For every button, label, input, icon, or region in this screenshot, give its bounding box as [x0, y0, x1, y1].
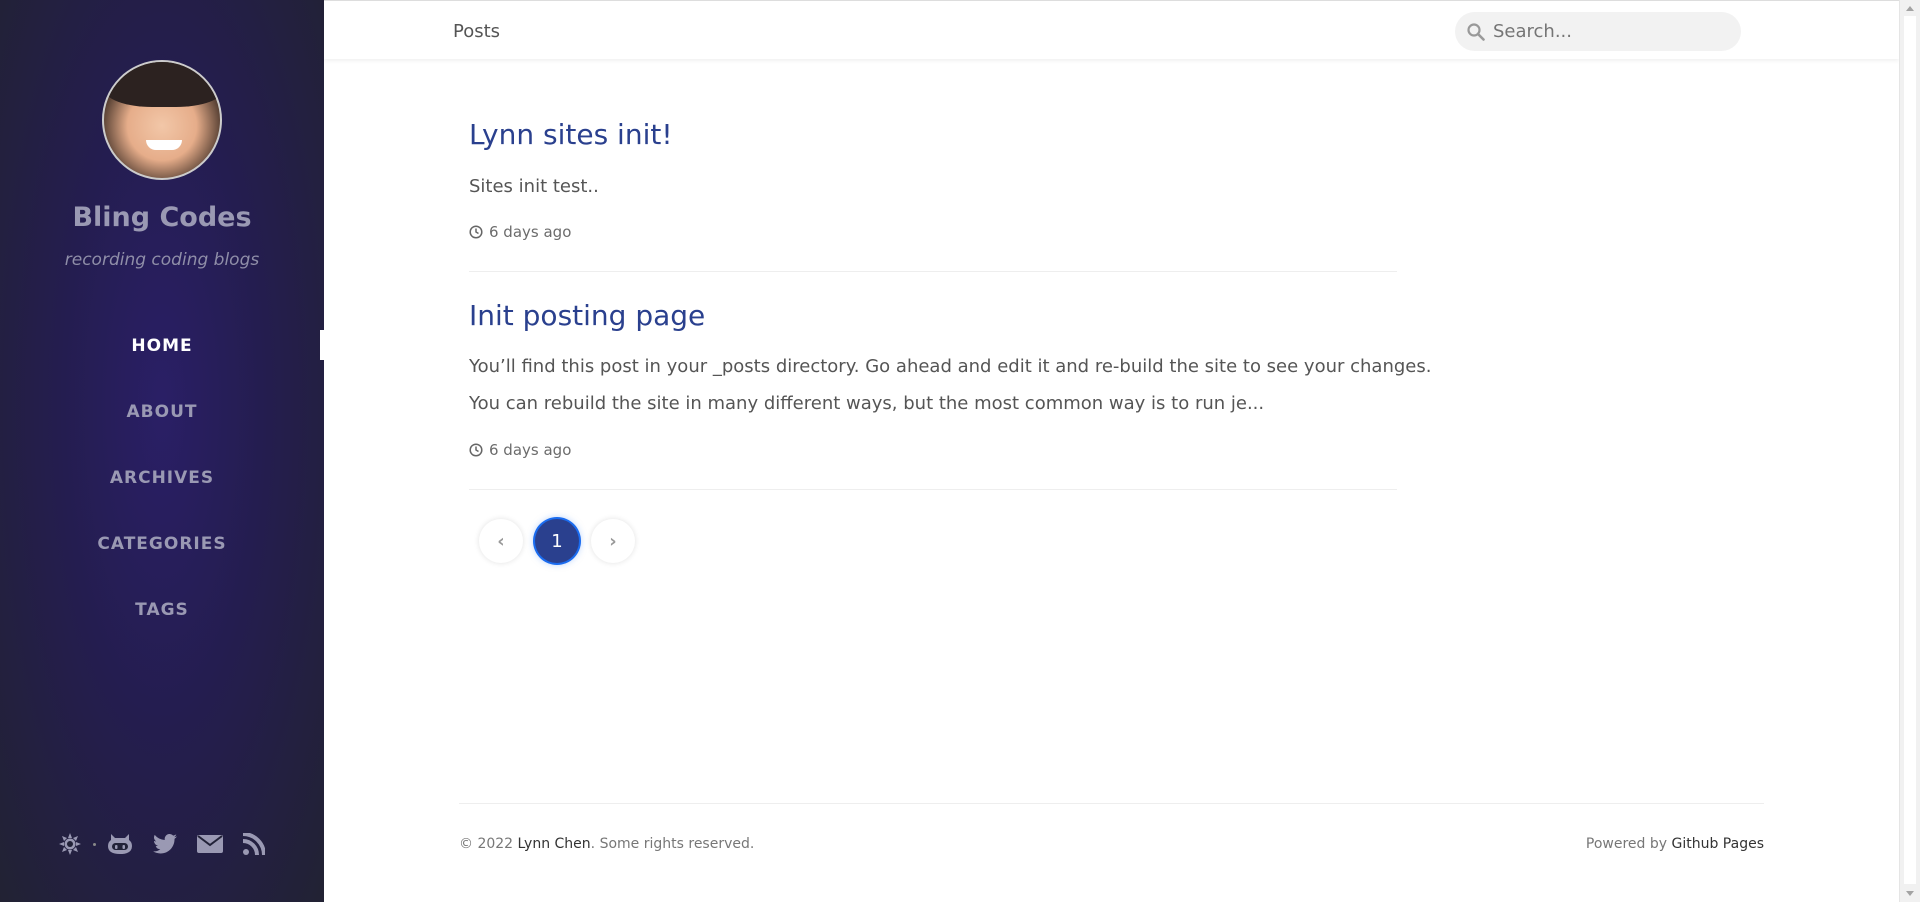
search-input[interactable] [1493, 21, 1723, 42]
breadcrumb: Posts [453, 21, 501, 42]
post-divider [469, 489, 1397, 490]
powered-prefix: Powered by [1585, 836, 1672, 852]
nav-home[interactable]: HOME [0, 336, 324, 356]
footer-divider [459, 803, 1764, 804]
github-pages-link[interactable]: Github Pages [1672, 836, 1765, 852]
post-date: 6 days ago [469, 223, 571, 241]
clock-icon [469, 443, 483, 457]
copyright: © 2022 Lynn Chen. Some rights reserved. [459, 836, 754, 852]
twitter-icon[interactable] [152, 832, 178, 856]
avatar[interactable] [102, 60, 222, 180]
email-icon[interactable] [197, 832, 223, 856]
powered-by: Powered by Github Pages [1586, 836, 1764, 852]
nav-archives[interactable]: ARCHIVES [0, 468, 324, 488]
page-1-button[interactable]: 1 [535, 519, 579, 563]
copyright-prefix: © 2022 [459, 836, 518, 852]
clock-icon [469, 225, 483, 239]
scroll-thumb[interactable] [1904, 16, 1916, 884]
site-title[interactable]: Bling Codes [0, 202, 324, 233]
site-subtitle: recording coding blogs [64, 250, 260, 270]
active-indicator [320, 330, 324, 360]
post-excerpt-line: You’ll find this post in your _posts dir… [469, 356, 1432, 377]
topbar: Posts [324, 0, 1899, 59]
post-excerpt: Sites init test.. [469, 176, 599, 197]
search-icon [1467, 22, 1485, 41]
nav-about[interactable]: ABOUT [0, 402, 324, 422]
post-title[interactable]: Init posting page [469, 299, 705, 332]
prev-page-button[interactable]: ‹ [479, 519, 523, 563]
post-divider [469, 271, 1397, 272]
theme-toggle-icon[interactable] [57, 832, 83, 856]
sidebar: Bling Codes recording coding blogs HOME … [0, 0, 324, 902]
scroll-up-arrow[interactable] [1906, 6, 1914, 11]
copyright-suffix: . Some rights reserved. [590, 836, 755, 852]
rss-icon[interactable] [241, 832, 267, 856]
post-date: 6 days ago [469, 441, 571, 459]
search-box[interactable] [1455, 12, 1741, 51]
scrollbar[interactable] [1899, 0, 1920, 902]
author-link[interactable]: Lynn Chen [518, 836, 591, 852]
github-icon[interactable] [107, 832, 133, 856]
separator-dot [93, 843, 96, 846]
post-title[interactable]: Lynn sites init! [469, 118, 673, 151]
post-excerpt-line: You can rebuild the site in many differe… [469, 393, 1265, 414]
nav-tags[interactable]: TAGS [0, 600, 324, 620]
post-date-text: 6 days ago [489, 223, 572, 241]
nav-categories[interactable]: CATEGORIES [0, 534, 324, 554]
post-date-text: 6 days ago [489, 441, 572, 459]
next-page-button[interactable]: › [591, 519, 635, 563]
scroll-down-arrow[interactable] [1906, 891, 1914, 896]
